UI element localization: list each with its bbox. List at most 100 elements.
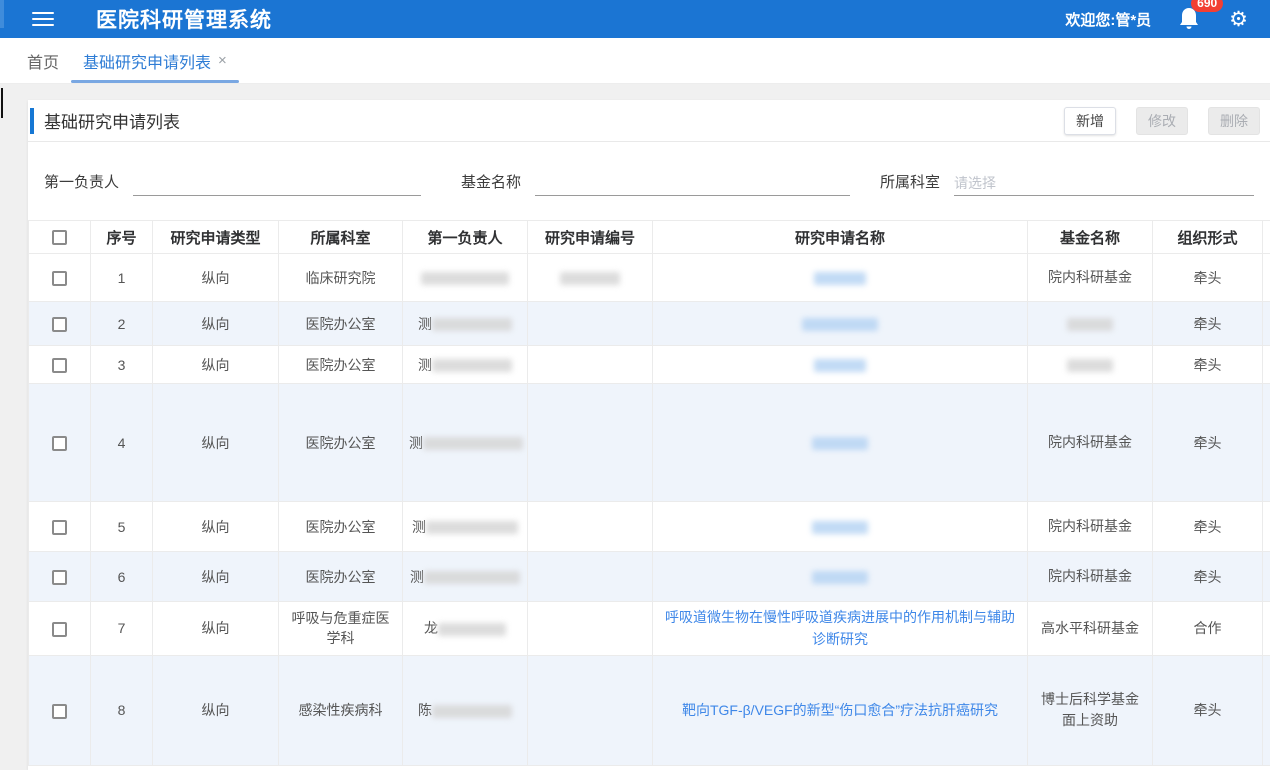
- dept-cell: 呼吸与危重症医学科: [279, 602, 403, 656]
- code-cell: [528, 655, 653, 765]
- code-cell: [528, 602, 653, 656]
- table-row: 2纵向医院办公室测牵头: [29, 302, 1270, 346]
- redacted-blur: [812, 437, 868, 450]
- row-select-cell: [29, 302, 91, 346]
- content-card: 基础研究申请列表 新增 修改 删除 第一负责人 基金名称 所属科室 序号 研究申请…: [28, 100, 1270, 770]
- filter-owner-label: 第一负责人: [44, 171, 119, 196]
- filter-dept-select[interactable]: [954, 170, 1254, 196]
- app-title: 医院科研管理系统: [96, 4, 272, 34]
- filter-fund-input[interactable]: [535, 170, 850, 196]
- row-select-cell: [29, 502, 91, 552]
- name-cell: [653, 346, 1028, 384]
- code-cell: [528, 384, 653, 502]
- column-header: 序号: [91, 221, 153, 254]
- column-header: 基金名称: [1028, 221, 1153, 254]
- code-cell: [528, 502, 653, 552]
- code-cell: [528, 552, 653, 602]
- name-cell: 靶向TGF-β/VEGF的新型“伤口愈合”疗法抗肝癌研究: [653, 655, 1028, 765]
- tab-home-label: 首页: [27, 49, 59, 73]
- fund-cell: 院内科研基金: [1028, 552, 1153, 602]
- fund-name: 院内科研基金: [1034, 432, 1146, 453]
- row-select-cell: [29, 384, 91, 502]
- type-cell: 纵向: [153, 346, 279, 384]
- row-checkbox[interactable]: [52, 317, 67, 332]
- dept-cell: 医院办公室: [279, 384, 403, 502]
- redacted-blur: [426, 521, 518, 534]
- column-header: 研究申请名称: [653, 221, 1028, 254]
- type-cell: 纵向: [153, 302, 279, 346]
- name-cell: 呼吸道微生物在慢性呼吸道疾病进展中的作用机制与辅助诊断研究: [653, 602, 1028, 656]
- redacted-blur: [432, 359, 512, 372]
- row-checkbox[interactable]: [52, 704, 67, 719]
- row-checkbox[interactable]: [52, 520, 67, 535]
- filter-owner-input[interactable]: [133, 170, 421, 196]
- org-cell: 牵头: [1153, 655, 1263, 765]
- type-cell: 纵向: [153, 384, 279, 502]
- row-select-cell: [29, 254, 91, 302]
- clipped-column-cell: [1263, 655, 1270, 765]
- row-checkbox[interactable]: [52, 622, 67, 637]
- redacted-blur: [1067, 318, 1113, 331]
- row-select-cell: [29, 552, 91, 602]
- tab-home[interactable]: 首页: [15, 38, 71, 83]
- page-title: 基础研究申请列表: [44, 108, 180, 133]
- add-button[interactable]: 新增: [1064, 107, 1116, 135]
- fund-name-line2: 面上资助: [1034, 710, 1146, 731]
- tab-close-icon[interactable]: ×: [218, 52, 227, 69]
- seq-cell: 8: [91, 655, 153, 765]
- column-header: 所属科室: [279, 221, 403, 254]
- row-checkbox[interactable]: [52, 271, 67, 286]
- clipped-column-cell: [1263, 346, 1270, 384]
- title-accent-bar: [30, 108, 34, 134]
- redacted-blur: [812, 521, 868, 534]
- hamburger-menu-icon[interactable]: [32, 8, 54, 30]
- application-name-link[interactable]: 靶向TGF-β/VEGF的新型“伤口愈合”疗法抗肝癌研究: [682, 699, 998, 721]
- fund-name: 院内科研基金: [1034, 566, 1146, 587]
- edit-button[interactable]: 修改: [1136, 107, 1188, 135]
- clipped-column-cell: [1263, 302, 1270, 346]
- gear-icon[interactable]: ⚙: [1229, 9, 1248, 30]
- redacted-blur: [560, 272, 620, 285]
- application-name-link[interactable]: 呼吸道微生物在慢性呼吸道疾病进展中的作用机制与辅助诊断研究: [659, 606, 1021, 651]
- code-cell: [528, 302, 653, 346]
- clipped-column-cell: [1263, 602, 1270, 656]
- stray-caret: [1, 88, 3, 118]
- tab-basic-research-list[interactable]: 基础研究申请列表 ×: [71, 38, 239, 83]
- row-checkbox[interactable]: [52, 570, 67, 585]
- tab-bar: 首页 基础研究申请列表 ×: [0, 38, 1270, 84]
- dept-cell: 临床研究院: [279, 254, 403, 302]
- owner-prefix: 测: [409, 435, 423, 451]
- redacted-blur: [432, 318, 512, 331]
- row-checkbox[interactable]: [52, 358, 67, 373]
- notifications-button[interactable]: 690: [1177, 6, 1203, 32]
- header-accent-strip: [0, 0, 4, 28]
- fund-name: 博士后科学基金: [1034, 689, 1146, 710]
- fund-cell: 院内科研基金: [1028, 502, 1153, 552]
- dept-cell: 医院办公室: [279, 552, 403, 602]
- owner-cell: 测: [403, 302, 528, 346]
- welcome-user-text: 欢迎您:管*员: [1065, 9, 1151, 30]
- row-checkbox[interactable]: [52, 436, 67, 451]
- seq-cell: 2: [91, 302, 153, 346]
- org-cell: 合作: [1153, 602, 1263, 656]
- table-row: 3纵向医院办公室测牵头: [29, 346, 1270, 384]
- owner-cell: 陈: [403, 655, 528, 765]
- code-cell: [528, 254, 653, 302]
- table-row: 6纵向医院办公室测院内科研基金牵头: [29, 552, 1270, 602]
- select-all-checkbox[interactable]: [52, 230, 67, 245]
- type-cell: 纵向: [153, 254, 279, 302]
- owner-prefix: 测: [418, 316, 432, 332]
- redacted-blur: [814, 272, 866, 285]
- redacted-blur: [421, 272, 509, 285]
- column-header: 第一负责人: [403, 221, 528, 254]
- org-cell: 牵头: [1153, 552, 1263, 602]
- fund-cell: 院内科研基金: [1028, 254, 1153, 302]
- name-cell: [653, 254, 1028, 302]
- table-row: 7纵向呼吸与危重症医学科龙呼吸道微生物在慢性呼吸道疾病进展中的作用机制与辅助诊断…: [29, 602, 1270, 656]
- delete-button[interactable]: 删除: [1208, 107, 1260, 135]
- filter-dept-label: 所属科室: [880, 171, 940, 196]
- seq-cell: 5: [91, 502, 153, 552]
- row-select-cell: [29, 655, 91, 765]
- table-row: 4纵向医院办公室测院内科研基金牵头: [29, 384, 1270, 502]
- redacted-blur: [438, 623, 506, 636]
